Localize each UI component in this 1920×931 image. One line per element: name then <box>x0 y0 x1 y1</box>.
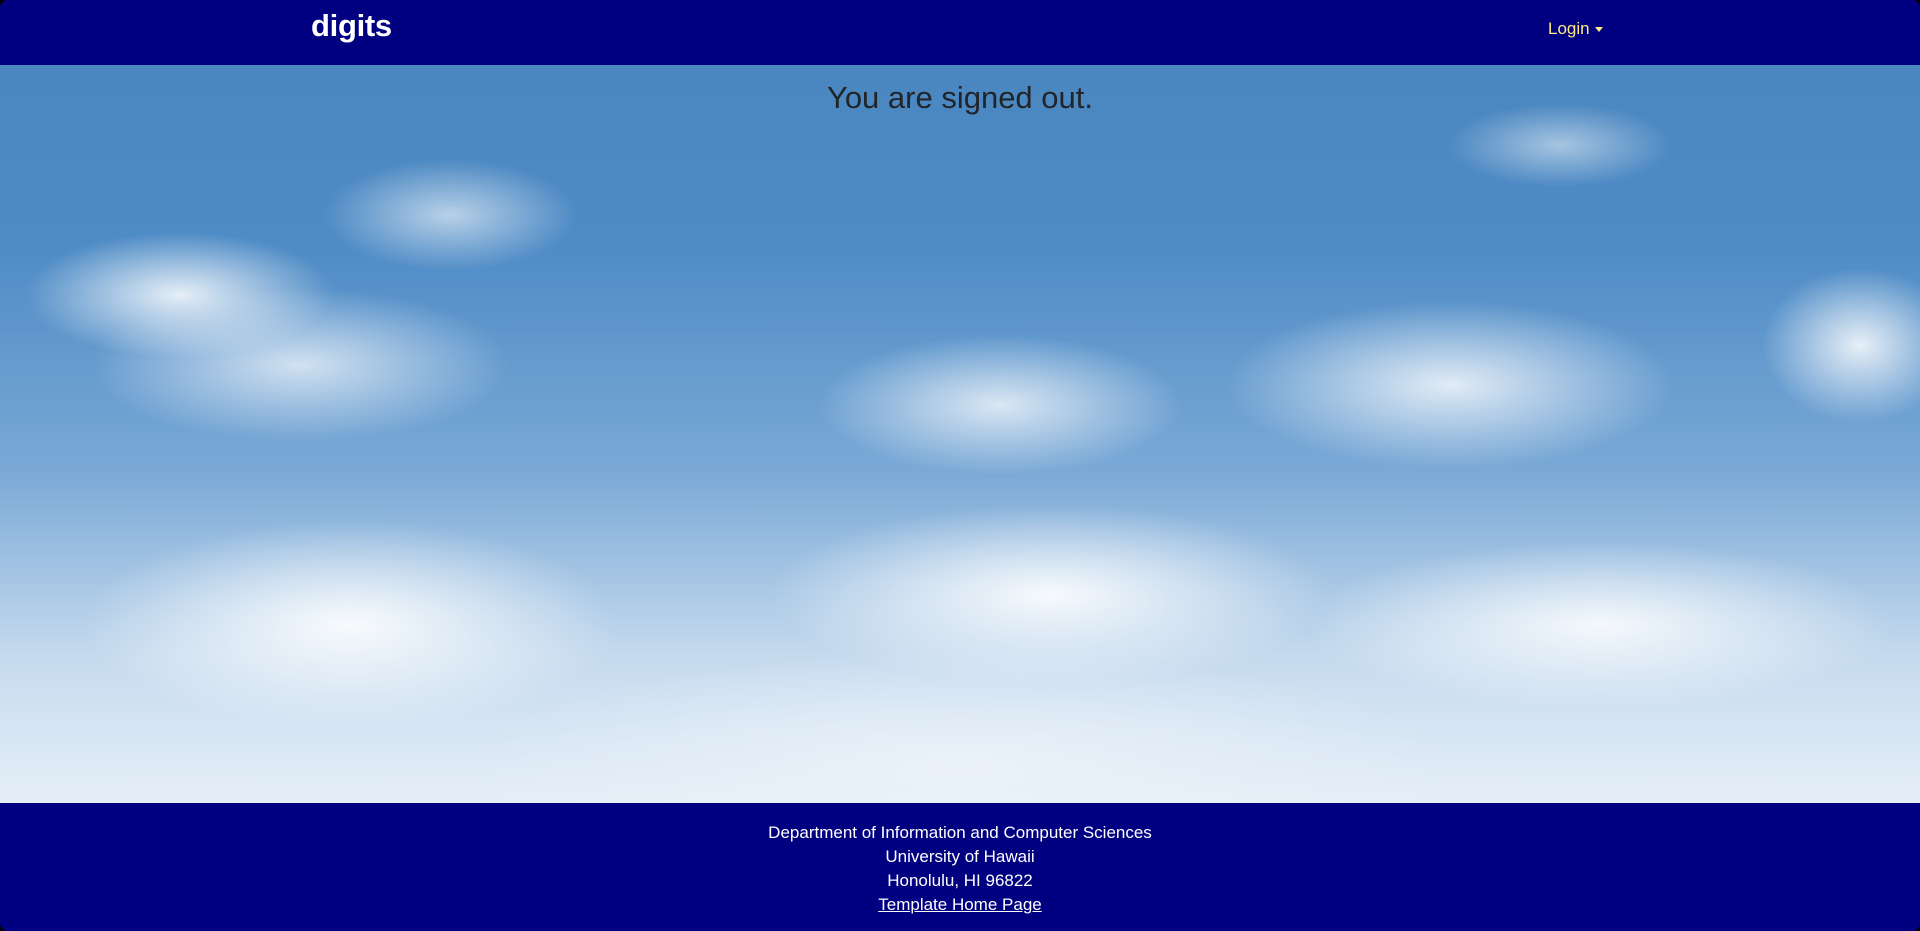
footer: Department of Information and Computer S… <box>0 803 1920 931</box>
login-dropdown-toggle[interactable]: Login <box>1548 19 1603 39</box>
caret-down-icon <box>1594 27 1603 32</box>
page: digits Login You are signed out. Departm… <box>0 0 1920 931</box>
login-label: Login <box>1548 19 1590 38</box>
sky-background <box>0 65 1920 803</box>
template-home-page-link[interactable]: Template Home Page <box>878 895 1041 914</box>
footer-address: Department of Information and Computer S… <box>0 821 1920 917</box>
footer-city: Honolulu, HI 96822 <box>887 871 1033 890</box>
top-navbar: digits Login <box>0 0 1920 65</box>
footer-university: University of Hawaii <box>885 847 1035 866</box>
signed-out-heading: You are signed out. <box>826 80 1093 115</box>
footer-department: Department of Information and Computer S… <box>768 823 1152 842</box>
brand-logo-link[interactable]: digits <box>311 8 392 44</box>
